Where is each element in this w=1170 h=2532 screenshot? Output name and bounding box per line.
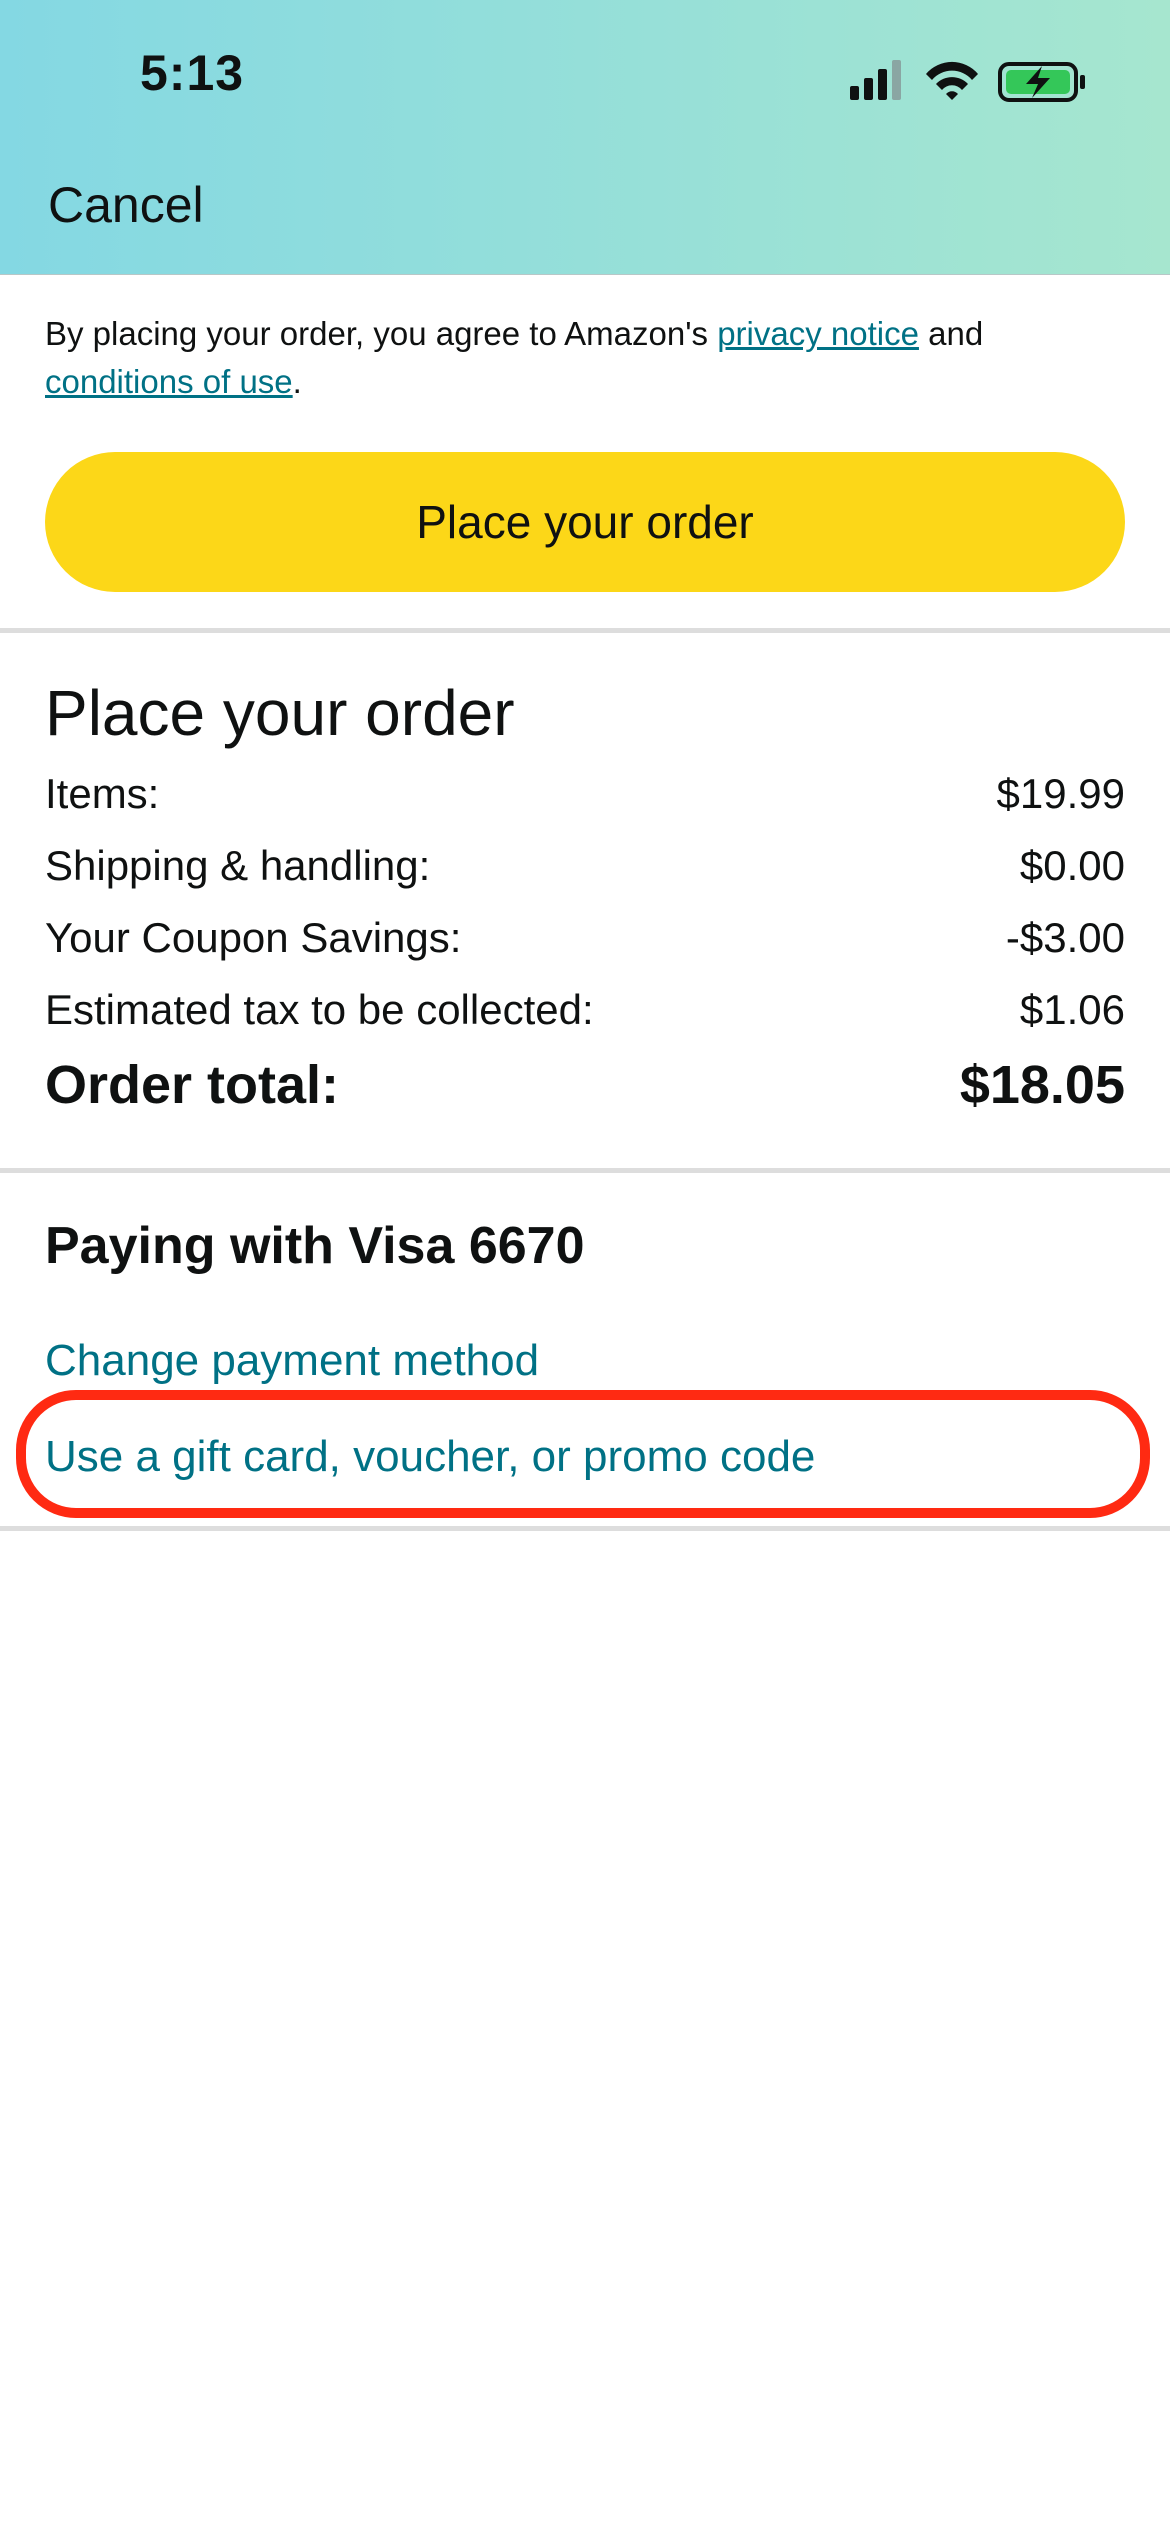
- promo-code-link[interactable]: Use a gift card, voucher, or promo code: [45, 1432, 815, 1482]
- summary-row-coupon: Your Coupon Savings: -$3.00: [45, 914, 1125, 962]
- order-total-row: Order total: $18.05: [45, 1054, 1125, 1116]
- legal-prefix: By placing your order, you agree to Amaz…: [45, 315, 718, 352]
- cancel-button[interactable]: Cancel: [48, 176, 204, 234]
- conditions-of-use-link[interactable]: conditions of use: [45, 363, 293, 400]
- order-total-value: $18.05: [959, 1055, 1125, 1115]
- summary-value: $19.99: [996, 770, 1125, 817]
- summary-label: Items:: [45, 770, 160, 817]
- place-order-button-label: Place your order: [416, 496, 754, 548]
- divider: [0, 1526, 1170, 1531]
- legal-middle: and: [918, 315, 984, 352]
- wifi-icon: [926, 61, 978, 100]
- place-order-button[interactable]: Place your order: [45, 452, 1125, 592]
- status-time: 5:13: [140, 45, 245, 101]
- change-payment-method-link[interactable]: Change payment method: [45, 1336, 539, 1386]
- legal-suffix: .: [292, 363, 302, 400]
- order-summary-title: Place your order: [45, 677, 515, 749]
- summary-row-items: Items: $19.99: [45, 770, 1125, 818]
- payment-method-heading: Paying with Visa 6670: [45, 1217, 585, 1275]
- summary-value: -$3.00: [1005, 914, 1125, 961]
- summary-value: $1.06: [1019, 986, 1125, 1033]
- divider: [0, 628, 1170, 633]
- battery-charging-icon: [998, 62, 1085, 102]
- divider: [0, 1168, 1170, 1173]
- summary-label: Estimated tax to be collected:: [45, 986, 594, 1033]
- summary-label: Shipping & handling:: [45, 842, 431, 889]
- summary-value: $0.00: [1019, 842, 1125, 889]
- order-total-label: Order total:: [45, 1055, 340, 1115]
- summary-row-tax: Estimated tax to be collected: $1.06: [45, 986, 1125, 1034]
- header-bar: 5:13 Cancel: [0, 0, 1170, 275]
- summary-label: Your Coupon Savings:: [45, 914, 462, 961]
- cellular-signal-icon: [850, 60, 901, 100]
- legal-notice: By placing your order, you agree to Amaz…: [45, 310, 1125, 406]
- privacy-notice-link[interactable]: privacy notice: [717, 315, 919, 352]
- status-icons: [850, 60, 1085, 102]
- summary-row-shipping: Shipping & handling: $0.00: [45, 842, 1125, 890]
